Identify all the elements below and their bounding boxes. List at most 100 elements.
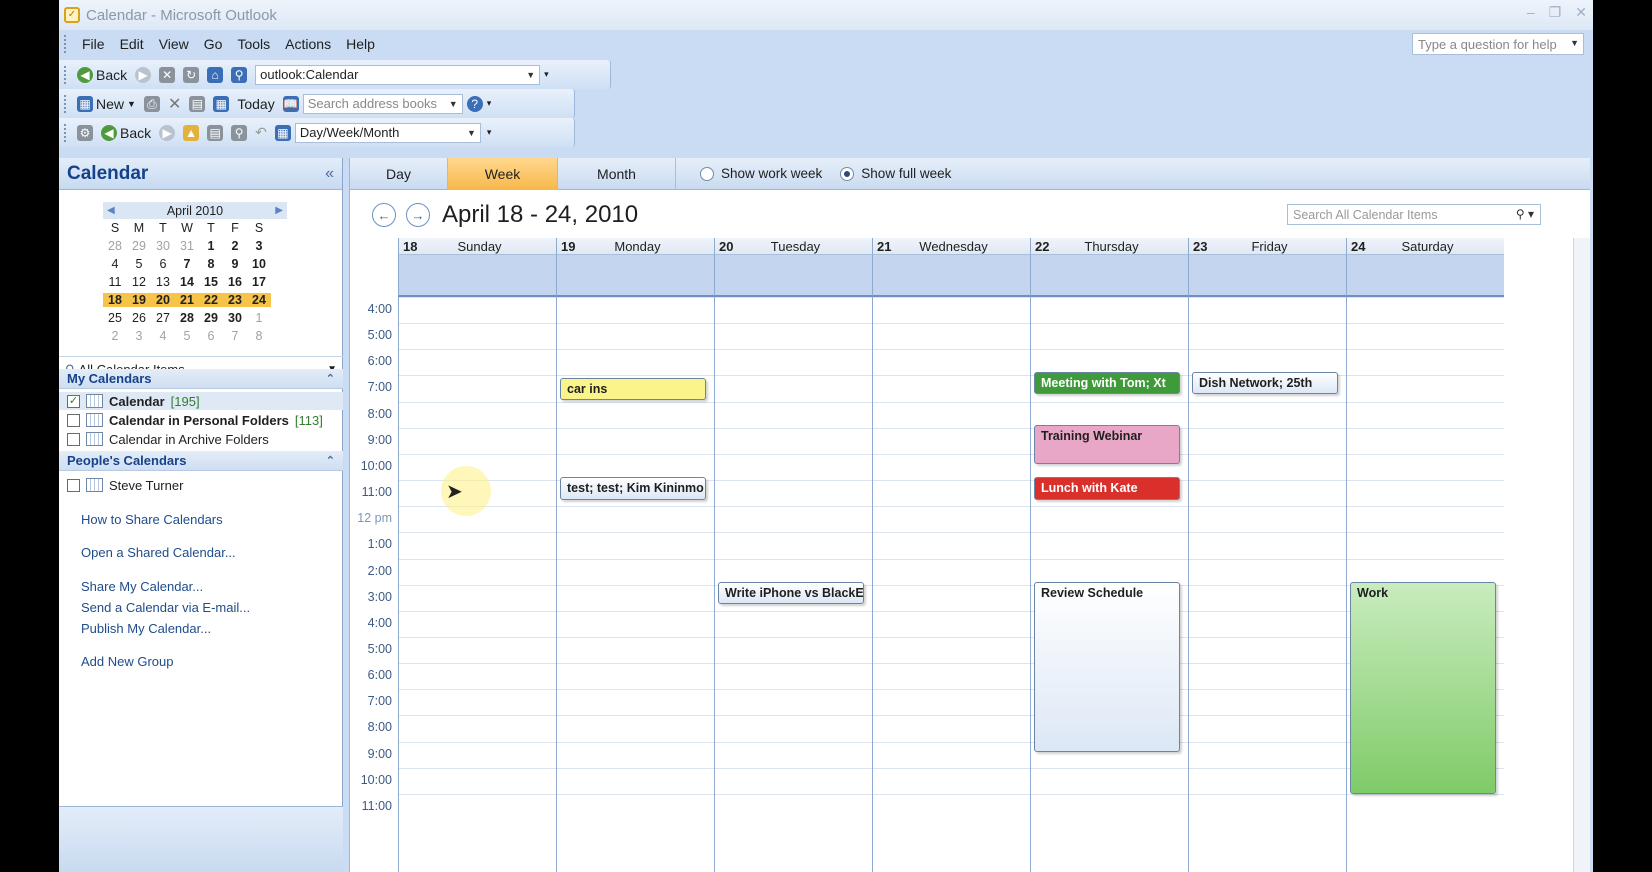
date-cell[interactable]: 2 <box>103 329 127 343</box>
menu-edit[interactable]: Edit <box>120 36 144 52</box>
calendar-event[interactable]: Review Schedule <box>1034 582 1180 752</box>
date-cell[interactable]: 3 <box>127 329 151 343</box>
menu-actions[interactable]: Actions <box>285 36 331 52</box>
date-cell[interactable]: 11 <box>103 275 127 289</box>
menu-file[interactable]: File <box>82 36 105 52</box>
calendar-event[interactable]: Write iPhone vs BlackE <box>718 582 864 605</box>
link-share-my-calendar[interactable]: Share My Calendar... <box>81 579 203 594</box>
date-cell[interactable]: 5 <box>175 329 199 343</box>
date-cell[interactable]: 1 <box>247 311 271 325</box>
calendar-event[interactable]: car ins <box>560 378 706 401</box>
calendar-checkbox[interactable] <box>67 478 80 492</box>
all-day-area[interactable] <box>398 255 556 297</box>
date-cell[interactable]: 31 <box>175 239 199 253</box>
date-cell[interactable]: 17 <box>247 275 271 289</box>
new-button[interactable]: ▦ New ▼ <box>73 95 140 112</box>
toolbar-options-icon[interactable]: ▾ <box>487 127 492 138</box>
all-day-area[interactable] <box>714 255 872 297</box>
date-cell[interactable]: 28 <box>103 239 127 253</box>
print-preview-button[interactable]: ⚲ <box>227 124 251 141</box>
day-header[interactable]: 23 Friday <box>1188 238 1346 255</box>
help-button[interactable]: ? <box>463 95 487 112</box>
help-dropdown-icon[interactable]: ▼ <box>1570 38 1579 48</box>
my-calendars-header[interactable]: My Calendars ⌃ <box>59 369 343 389</box>
home-button[interactable]: ⌂ <box>203 66 227 83</box>
date-cell[interactable]: 8 <box>199 257 223 271</box>
date-cell[interactable]: 24 <box>247 293 271 307</box>
chevron-down-icon[interactable]: ▼ <box>127 99 136 109</box>
next-week-button[interactable]: → <box>406 203 430 227</box>
collapse-section-icon[interactable]: ⌃ <box>326 372 335 385</box>
link-publish-calendar[interactable]: Publish My Calendar... <box>81 621 211 636</box>
date-cell[interactable]: 29 <box>199 311 223 325</box>
link-add-new-group[interactable]: Add New Group <box>81 654 174 669</box>
date-cell[interactable]: 21 <box>175 293 199 307</box>
chevron-down-icon[interactable]: ▼ <box>467 128 476 138</box>
peoples-calendars-header[interactable]: People's Calendars ⌃ <box>59 451 343 471</box>
search-web-button[interactable]: ⚲ <box>227 66 251 83</box>
date-cell[interactable]: 27 <box>151 311 175 325</box>
date-cell[interactable]: 2 <box>223 239 247 253</box>
date-cell[interactable]: 22 <box>199 293 223 307</box>
date-cell[interactable]: 15 <box>199 275 223 289</box>
date-cell[interactable]: 25 <box>103 311 127 325</box>
toolbar-options-icon[interactable]: ▾ <box>544 69 549 80</box>
search-icon[interactable]: ⚲ ▾ <box>1516 207 1534 221</box>
address-book-button[interactable]: 📖 <box>279 95 303 112</box>
collapse-pane-icon[interactable]: « <box>325 165 334 183</box>
date-cell[interactable]: 12 <box>127 275 151 289</box>
show-full-week-radio[interactable]: Show full week <box>840 166 951 181</box>
menu-grip[interactable] <box>64 35 67 53</box>
categorize-button[interactable]: ▤ <box>185 95 209 112</box>
all-day-area[interactable] <box>1030 255 1188 297</box>
all-day-area[interactable] <box>556 255 714 297</box>
calendar-event[interactable]: Meeting with Tom; Xt <box>1034 371 1180 394</box>
today-button[interactable]: Today <box>233 96 278 112</box>
date-cell[interactable]: 19 <box>127 293 151 307</box>
restore-button[interactable]: ❐ <box>1549 4 1562 21</box>
stop-button[interactable]: ✕ <box>155 66 179 83</box>
nav-pane-buttons[interactable] <box>59 806 343 872</box>
menu-go[interactable]: Go <box>204 36 223 52</box>
view-selector-button[interactable]: ▦ <box>271 124 295 141</box>
view-calendar-button[interactable]: ▦ <box>209 95 233 112</box>
toolbar-grip[interactable] <box>64 65 67 84</box>
radio-button[interactable] <box>840 166 855 181</box>
back-button[interactable]: ◀ Back <box>73 66 131 83</box>
date-cell[interactable]: 6 <box>151 257 175 271</box>
forward-button[interactable]: ▶ <box>131 66 155 83</box>
calendar-checkbox[interactable]: ✓ <box>67 394 80 408</box>
calendar-checkbox[interactable] <box>67 432 80 446</box>
show-work-week-radio[interactable]: Show work week <box>700 166 822 181</box>
address-search-combo[interactable]: Search address books ▼ <box>302 93 463 114</box>
date-cell[interactable]: 18 <box>103 293 127 307</box>
date-cell[interactable]: 7 <box>223 329 247 343</box>
radio-button[interactable] <box>700 166 714 181</box>
date-cell[interactable]: 1 <box>199 239 223 253</box>
menu-help[interactable]: Help <box>346 36 375 52</box>
undo-button[interactable]: ↶ <box>251 124 271 141</box>
menu-tools[interactable]: Tools <box>237 36 270 52</box>
toolbar-options-icon[interactable]: ▾ <box>487 98 492 109</box>
date-cell[interactable]: 26 <box>127 311 151 325</box>
date-cell[interactable]: 9 <box>223 257 247 271</box>
date-cell[interactable]: 30 <box>151 239 175 253</box>
calendar-item-archive-folders[interactable]: Calendar in Archive Folders <box>67 430 269 448</box>
date-cell[interactable]: 20 <box>151 293 175 307</box>
collapse-section-icon[interactable]: ⌃ <box>326 454 335 467</box>
calendar-search-input[interactable]: Search All Calendar Items ⚲ ▾ <box>1287 204 1541 225</box>
day-header[interactable]: 20 Tuesday <box>714 238 872 255</box>
all-day-area[interactable] <box>1346 255 1504 297</box>
minimize-button[interactable]: – <box>1527 4 1535 21</box>
previous-week-button[interactable]: ← <box>372 203 396 227</box>
menu-view[interactable]: View <box>159 36 189 52</box>
calendar-event[interactable]: Lunch with Kate <box>1034 477 1180 500</box>
calendar-item-calendar[interactable]: ✓ Calendar [195] <box>59 392 343 410</box>
date-cell[interactable]: 7 <box>175 257 199 271</box>
chevron-down-icon[interactable]: ▼ <box>526 70 535 80</box>
link-send-calendar-email[interactable]: Send a Calendar via E-mail... <box>81 600 250 615</box>
all-day-area[interactable] <box>872 255 1030 297</box>
date-cell[interactable]: 4 <box>103 257 127 271</box>
tab-week[interactable]: Week <box>448 157 558 190</box>
delete-button[interactable]: ✕ <box>164 94 185 114</box>
